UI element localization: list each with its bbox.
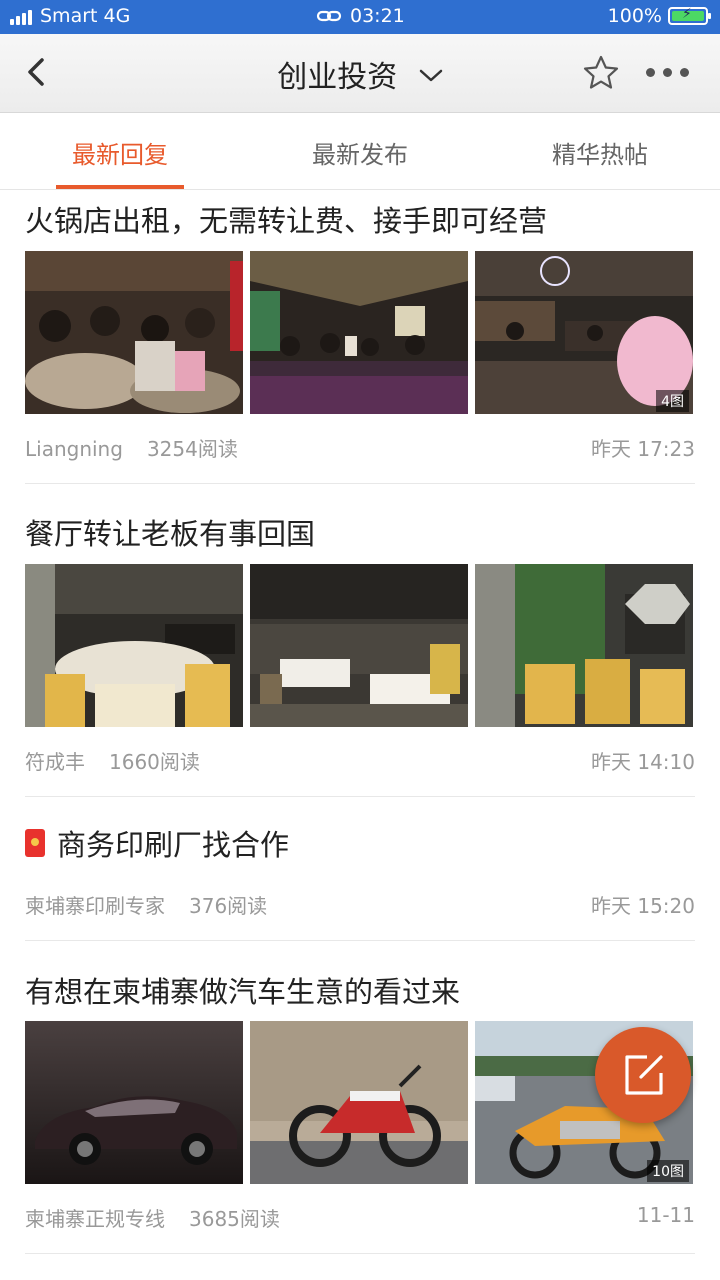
post-item[interactable]: 餐厅转让老板有事回国 (25, 511, 695, 553)
divider (25, 796, 695, 797)
post-item[interactable]: 火锅店出租，无需转让费、接手即可经营 (25, 198, 695, 240)
active-tab-indicator (56, 185, 184, 189)
clock: 03:21 (350, 5, 405, 27)
image-count-badge: 10图 (647, 1160, 689, 1182)
more-dots-icon[interactable] (646, 68, 689, 77)
post-reads: 3685阅读 (189, 1207, 280, 1231)
tab-featured[interactable]: 精华热帖 (500, 135, 700, 170)
post-meta: Liangning 3254阅读 昨天 17:23 (25, 433, 695, 462)
dropdown-chevron-icon (419, 69, 443, 82)
post-author[interactable]: 柬埔寨印刷专家 (25, 894, 165, 918)
restaurant-interior-photo[interactable] (250, 251, 468, 414)
post-author[interactable]: 符成丰 (25, 750, 85, 774)
tab-latest-post[interactable]: 最新发布 (260, 135, 460, 170)
compose-icon (625, 1055, 663, 1095)
status-bar: Smart 4G 03:21 100% ⚡ (0, 0, 720, 34)
post-meta: 柬埔寨印刷专家 376阅读 昨天 15:20 (25, 890, 695, 919)
post-title-text: 商务印刷厂找合作 (57, 828, 290, 862)
post-title[interactable]: 餐厅转让老板有事回国 (25, 511, 695, 553)
post-item[interactable]: 有想在柬埔寨做汽车生意的看过来 (25, 969, 695, 1011)
image-count-badge: 4图 (656, 390, 689, 412)
banquet-hall-photo[interactable] (25, 564, 243, 727)
hotpot-dining-photo[interactable] (25, 251, 243, 414)
battery-percent: 100% (607, 5, 662, 27)
restaurant-hall-photo[interactable]: 4图 (475, 251, 693, 414)
post-meta: 符成丰 1660阅读 昨天 14:10 (25, 746, 695, 775)
red-packet-icon (25, 829, 45, 857)
page-title: 创业投资 (277, 60, 398, 95)
battery-icon: ⚡ (668, 6, 711, 25)
signal-icon (10, 7, 32, 25)
post-reads: 1660阅读 (109, 750, 200, 774)
carrier-label: Smart 4G (40, 5, 131, 27)
post-image-row (25, 564, 693, 727)
post-author[interactable]: Liangning (25, 437, 123, 461)
divider (25, 940, 695, 941)
compose-button[interactable] (595, 1027, 691, 1123)
dirt-bike-photo[interactable] (250, 1021, 468, 1184)
post-image-row: 4图 (25, 251, 693, 414)
post-title[interactable]: 商务印刷厂找合作 (25, 822, 695, 864)
link-icon (316, 10, 342, 22)
dining-room-photo[interactable] (250, 564, 468, 727)
post-reads: 376阅读 (189, 894, 268, 918)
concept-car-photo[interactable] (25, 1021, 243, 1184)
post-image-row: 10图 (25, 1021, 693, 1184)
post-title[interactable]: 火锅店出租，无需转让费、接手即可经营 (25, 198, 695, 240)
green-wall-dining-photo[interactable] (475, 564, 693, 727)
post-time: 昨天 15:20 (591, 894, 695, 918)
post-author[interactable]: 柬埔寨正规专线 (25, 1207, 165, 1231)
post-time: 昨天 14:10 (591, 750, 695, 774)
divider (25, 483, 695, 484)
post-time: 11-11 (636, 1203, 695, 1227)
post-meta: 柬埔寨正规专线 3685阅读 11-11 (25, 1203, 695, 1232)
nav-bar: 创业投资 (0, 34, 720, 113)
tab-latest-reply[interactable]: 最新回复 (20, 135, 220, 170)
post-reads: 3254阅读 (146, 437, 238, 461)
post-time: 昨天 17:23 (591, 437, 695, 461)
star-icon[interactable] (582, 54, 620, 92)
divider (25, 1253, 695, 1254)
post-item[interactable]: 商务印刷厂找合作 (25, 822, 695, 864)
post-title[interactable]: 有想在柬埔寨做汽车生意的看过来 (25, 969, 695, 1011)
tab-bar: 最新回复 最新发布 精华热帖 (0, 113, 720, 190)
